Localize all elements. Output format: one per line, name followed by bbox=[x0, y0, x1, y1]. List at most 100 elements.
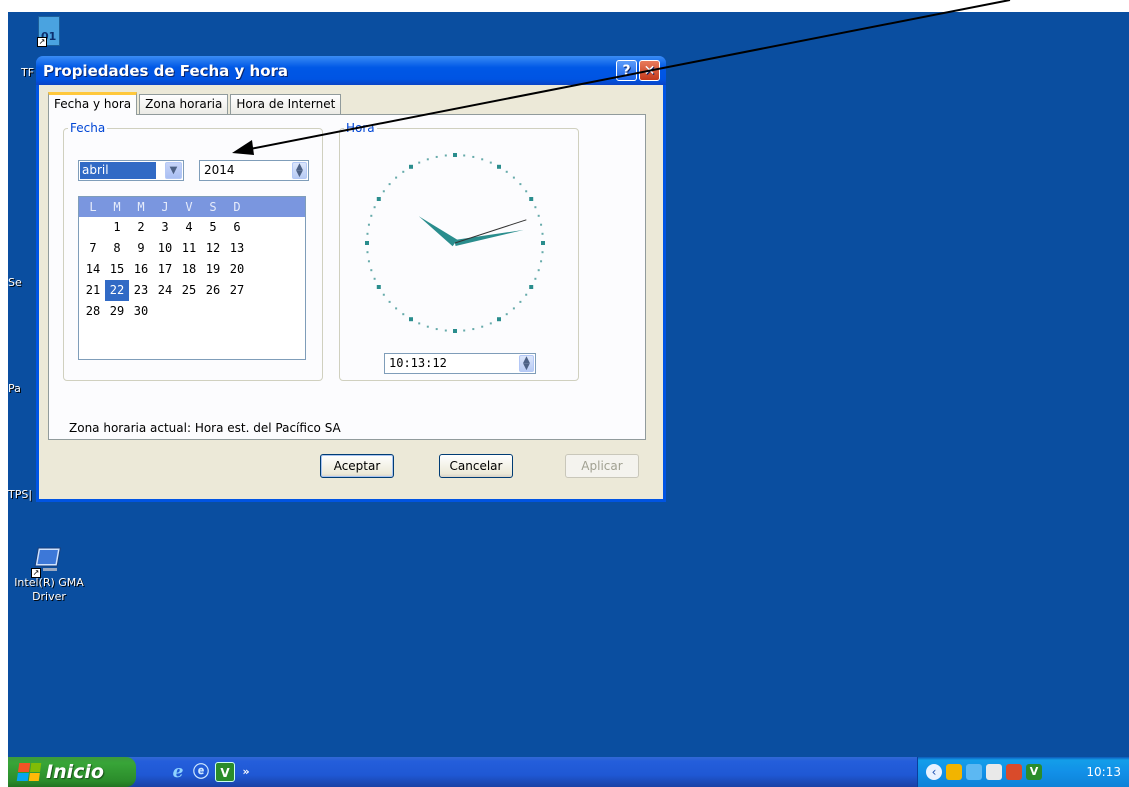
tab-page: Fecha abril ▼ 2014 ▲ ▼ L M M J V S D 1 2… bbox=[48, 114, 646, 440]
desktop-icon-intel-gma[interactable]: ↗ Intel(R) GMA Driver bbox=[8, 544, 90, 604]
clock-minute-mark bbox=[489, 161, 492, 164]
clock-minute-mark bbox=[534, 277, 537, 280]
clock-minute-mark bbox=[537, 214, 540, 217]
dialog-title: Propiedades de Fecha y hora bbox=[43, 61, 289, 80]
calendar-day[interactable]: 17 bbox=[153, 259, 177, 280]
apply-button[interactable]: Aplicar bbox=[565, 454, 639, 478]
dialog-title-bar[interactable]: Propiedades de Fecha y hora ? ✕ bbox=[36, 56, 666, 85]
calendar-day[interactable]: 7 bbox=[81, 238, 105, 259]
desktop-icon-label-tf[interactable]: TF bbox=[21, 66, 34, 79]
weekday-label: M bbox=[113, 200, 121, 214]
calendar-day[interactable]: 1 bbox=[105, 217, 129, 238]
calendar-day[interactable]: 4 bbox=[177, 217, 201, 238]
start-label: Inicio bbox=[46, 761, 104, 783]
calendar-day[interactable]: 20 bbox=[225, 259, 249, 280]
calendar-day[interactable]: 11 bbox=[177, 238, 201, 259]
time-spinner[interactable]: 10:13:12 ▲ ▼ bbox=[384, 353, 536, 374]
browser-icon[interactable]: ⓔ bbox=[191, 762, 211, 782]
taskbar-clock[interactable]: 10:13 bbox=[1086, 765, 1121, 779]
clock-minute-mark bbox=[426, 158, 429, 161]
clock-hour-mark bbox=[365, 241, 369, 245]
desktop-icon-01[interactable]: 01 ↗ bbox=[37, 16, 60, 47]
analog-clock-face bbox=[365, 153, 545, 333]
clock-minute-mark bbox=[540, 223, 543, 226]
tab-internet-time[interactable]: Hora de Internet bbox=[230, 94, 342, 114]
calendar-day[interactable]: 16 bbox=[129, 259, 153, 280]
taskbar: Inicio ℯ ⓔ V » ‹ V 10:13 bbox=[8, 757, 1129, 787]
calendar-day[interactable]: 2 bbox=[129, 217, 153, 238]
calendar-day[interactable]: 23 bbox=[129, 280, 153, 301]
clock-minute-mark bbox=[540, 260, 543, 263]
clock-minute-mark bbox=[370, 269, 373, 272]
calendar-day[interactable]: 10 bbox=[153, 238, 177, 259]
calendar-day[interactable]: 27 bbox=[225, 280, 249, 301]
calendar-day[interactable]: 24 bbox=[153, 280, 177, 301]
network-icon[interactable] bbox=[966, 764, 982, 780]
clock-minute-mark bbox=[512, 307, 515, 310]
shortcut-arrow-icon: ↗ bbox=[37, 37, 47, 47]
tab-date-time[interactable]: Fecha y hora bbox=[48, 92, 138, 115]
clock-minute-mark bbox=[481, 158, 484, 161]
calendar-week-row: 123456 bbox=[79, 217, 305, 238]
calendar-day[interactable]: 28 bbox=[81, 301, 105, 322]
app-v-icon[interactable]: V bbox=[215, 762, 235, 782]
time-group-legend: Hora bbox=[346, 121, 375, 135]
app-v-tray-icon[interactable]: V bbox=[1026, 764, 1042, 780]
start-button[interactable]: Inicio bbox=[8, 757, 136, 787]
clock-minute-mark bbox=[519, 183, 522, 186]
calendar-day[interactable]: 21 bbox=[81, 280, 105, 301]
calendar-day[interactable]: 14 bbox=[81, 259, 105, 280]
dialog-body: Fecha y hora Zona horaria Hora de Intern… bbox=[39, 85, 663, 499]
more-quicklaunch-chevron[interactable]: » bbox=[240, 762, 252, 782]
year-spinner[interactable]: 2014 ▲ ▼ bbox=[199, 160, 309, 181]
help-button[interactable]: ? bbox=[616, 60, 637, 81]
close-button[interactable]: ✕ bbox=[639, 60, 660, 81]
calendar-day[interactable]: 13 bbox=[225, 238, 249, 259]
clock-minute-mark bbox=[373, 277, 376, 280]
calendar-empty-cell bbox=[225, 301, 249, 322]
calendar-day[interactable]: 15 bbox=[105, 259, 129, 280]
calendar-day[interactable]: 18 bbox=[177, 259, 201, 280]
month-select[interactable]: abril ▼ bbox=[78, 160, 184, 181]
chevron-down-icon[interactable]: ▼ bbox=[165, 162, 182, 179]
clock-hour-mark bbox=[409, 164, 413, 169]
desktop-icon-label-se[interactable]: Se bbox=[8, 276, 22, 289]
tab-time-zone[interactable]: Zona horaria bbox=[139, 94, 229, 114]
spinner-arrows-icon[interactable]: ▲ ▼ bbox=[519, 355, 534, 372]
desktop-icon-label-pa[interactable]: Pa bbox=[8, 382, 21, 395]
calendar-day[interactable]: 5 bbox=[201, 217, 225, 238]
display-icon[interactable] bbox=[1006, 764, 1022, 780]
expand-tray-icon[interactable]: ‹ bbox=[926, 764, 942, 780]
calendar-day[interactable]: 25 bbox=[177, 280, 201, 301]
calendar-day[interactable]: 6 bbox=[225, 217, 249, 238]
calendar-empty-cell bbox=[153, 301, 177, 322]
current-timezone-text: Zona horaria actual: Hora est. del Pacíf… bbox=[69, 421, 341, 435]
clock-minute-mark bbox=[395, 307, 398, 310]
calendar-day[interactable]: 22 bbox=[105, 280, 129, 301]
clock-minute-mark bbox=[426, 325, 429, 328]
time-group: Hora 10:13:12 ▲ ▼ bbox=[339, 121, 579, 381]
shield-icon[interactable] bbox=[946, 764, 962, 780]
spinner-arrows-icon[interactable]: ▲ ▼ bbox=[292, 162, 307, 179]
time-value: 10:13:12 bbox=[389, 356, 447, 370]
calendar-day[interactable]: 9 bbox=[129, 238, 153, 259]
date-group-legend: Fecha bbox=[70, 121, 106, 135]
internet-explorer-icon[interactable]: ℯ bbox=[168, 762, 188, 782]
desktop-icon-label-tps[interactable]: TPS| bbox=[8, 488, 32, 501]
month-calendar[interactable]: L M M J V S D 1 2 3 4 5 6 7 8 9 10 11 12 13 14 15 16 17 1… bbox=[78, 196, 306, 360]
app-01-icon: 01 ↗ bbox=[37, 16, 60, 47]
calendar-day[interactable]: 3 bbox=[153, 217, 177, 238]
calendar-day[interactable]: 30 bbox=[129, 301, 153, 322]
clock-minute-mark bbox=[435, 328, 438, 331]
calendar-day[interactable]: 12 bbox=[201, 238, 225, 259]
clock-minute-mark bbox=[481, 325, 484, 328]
calendar-day[interactable]: 29 bbox=[105, 301, 129, 322]
ok-button[interactable]: Aceptar bbox=[320, 454, 394, 478]
weekday-label: D bbox=[233, 200, 241, 214]
calendar-day[interactable]: 8 bbox=[105, 238, 129, 259]
clock-hour-mark bbox=[497, 317, 501, 322]
calendar-day[interactable]: 19 bbox=[201, 259, 225, 280]
cancel-button[interactable]: Cancelar bbox=[439, 454, 513, 478]
pen-tool-icon[interactable] bbox=[986, 764, 1002, 780]
calendar-day[interactable]: 26 bbox=[201, 280, 225, 301]
